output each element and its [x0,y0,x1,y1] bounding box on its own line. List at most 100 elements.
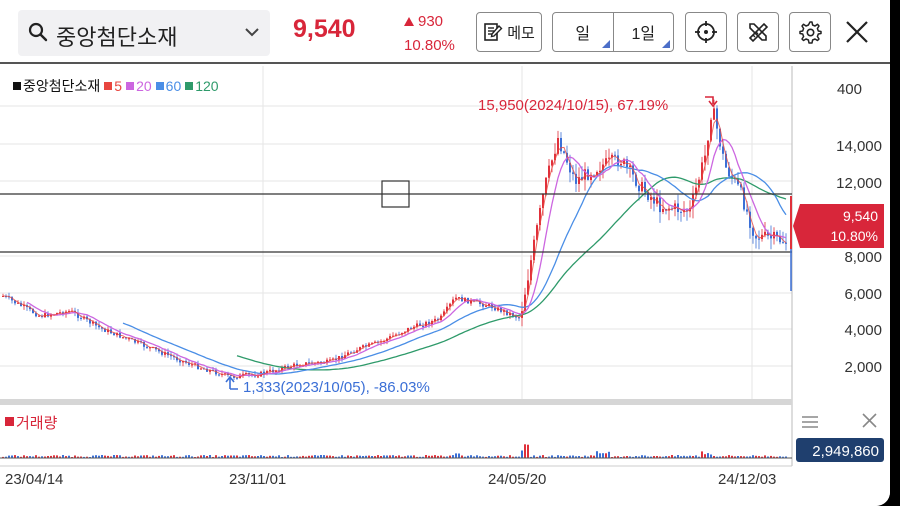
ma20-line [26,138,787,377]
candle-body [218,374,220,376]
axis-label-400: 400 [837,81,862,98]
candle-body [755,235,757,239]
search-icon [28,22,48,42]
candle-body [680,211,682,213]
period-range-button[interactable]: 1일 [614,13,674,51]
candle-body [122,337,124,339]
up-triangle-icon [404,17,414,26]
volume-bar [608,451,610,458]
candle-body [752,227,754,236]
axis-label-6000: 6,000 [844,286,882,303]
memo-button[interactable]: 메모 [476,12,542,52]
axis-label-4000: 4,000 [844,322,882,339]
candle-body [770,235,772,239]
chart-app: 중앙첨단소재 9,540 930 10.80% 메모 일 1일 400 14,0… [0,0,890,506]
ma120-line [236,176,787,371]
candle-body [638,185,640,192]
axis-label-8000: 8,000 [844,249,882,266]
candle-body [146,346,148,348]
candle-body [608,157,610,159]
candle-body [572,172,574,174]
high-arrow-icon [705,96,718,108]
legend-square-icon [13,82,21,90]
candle-body [644,182,646,193]
volume-bar [596,451,598,458]
candle-body [620,164,622,166]
memo-icon [484,23,503,41]
candle-body [782,242,784,244]
ma5-line [2,117,787,378]
candle-body [560,138,562,152]
settings-button[interactable] [789,12,831,52]
volume-bar [602,453,604,458]
date-label-3: 24/05/20 [488,471,546,488]
dropdown-corner-icon [662,40,670,48]
candle-body [662,209,664,212]
chevron-down-icon[interactable] [244,24,260,40]
candle-body [713,108,715,120]
volume-bar [704,454,706,458]
candle-body [461,297,463,302]
current-price: 9,540 [293,15,356,43]
candle-body [422,326,424,327]
axis-label-2000: 2,000 [844,359,882,376]
crosshair-icon [695,21,717,43]
period-selector: 일 1일 [552,12,674,52]
stock-name: 중앙첨단소재 [56,25,178,50]
candle-body [38,315,40,317]
pane-divider[interactable] [0,399,792,405]
price-change-percent: 10.80% [404,37,455,54]
volume-bar [524,444,526,458]
candle-body [746,209,748,212]
volume-bar [707,453,709,458]
date-label-2: 23/11/01 [229,471,286,488]
candle-body [425,321,427,327]
volume-bar [527,444,529,458]
chart-canvas[interactable]: 400 14,000 12,000 8,000 6,000 4,000 2,00… [0,66,890,506]
dropdown-corner-icon [601,40,610,48]
volume-bar [605,453,607,458]
volume-bars [2,444,787,458]
close-icon[interactable] [843,18,871,46]
candle-body [236,377,238,379]
crosshair-button[interactable] [685,12,727,52]
volume-label: 거래량 [16,415,58,432]
candle-body [200,368,202,370]
candle-body [113,333,115,336]
axis-label-14000: 14,000 [836,138,882,155]
svg-text:2,949,860: 2,949,860 [812,443,879,460]
volume-bar [701,451,703,458]
volume-bar [455,453,457,458]
axis-label-12000: 12,000 [836,175,882,192]
volume-bar [458,453,460,458]
svg-text:9,540: 9,540 [843,208,878,224]
volume-bar [599,453,601,458]
candle-body [617,155,619,166]
chart-legend: 중앙첨단소재 5 20 60 120 [13,76,223,96]
price-change: 930 [404,13,443,30]
gear-icon [799,21,822,44]
high-annotation: 15,950(2024/10/15), 67.19% [478,97,668,114]
stock-search-box[interactable]: 중앙첨단소재 [18,10,270,56]
drawing-tools-button[interactable] [737,12,779,52]
candle-body [269,369,271,372]
candle-body [257,376,259,378]
candle-body [191,364,193,366]
current-price-tag: 9,540 10.80% [793,204,884,248]
candle-body [80,317,82,319]
date-label-4: 24/12/03 [718,471,776,488]
ma60-line [122,164,787,375]
low-annotation: 1,333(2023/10/05), -86.03% [243,379,430,396]
period-day-button[interactable]: 일 [553,13,614,51]
date-label-1: 23/04/14 [5,471,63,488]
svg-text:10.80%: 10.80% [831,228,878,244]
volume-bar [521,450,523,458]
drawing-tools-icon [748,22,769,43]
candle-body [494,308,496,311]
price-chart[interactable]: 400 14,000 12,000 8,000 6,000 4,000 2,00… [0,66,890,506]
candle-body [758,238,760,240]
candle-body [485,305,487,307]
toolbar: 중앙첨단소재 9,540 930 10.80% 메모 일 1일 [0,0,890,64]
volume-bar [710,454,712,458]
candle-body [563,151,565,153]
